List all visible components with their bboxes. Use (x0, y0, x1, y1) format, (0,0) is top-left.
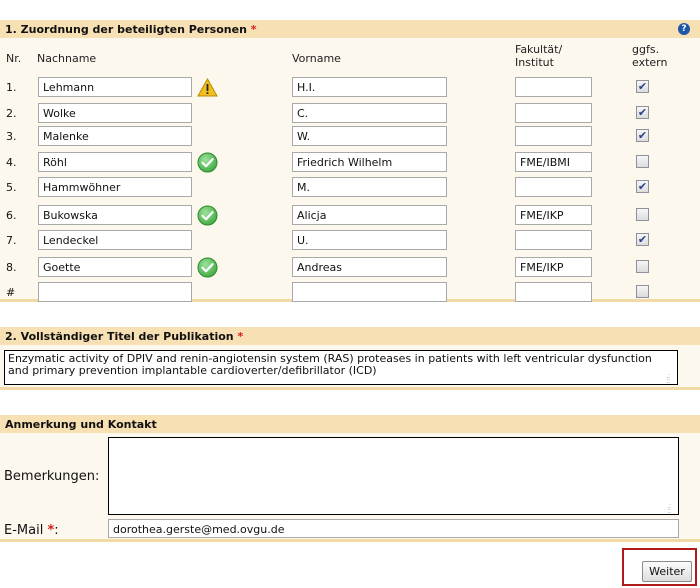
vorname-input[interactable]: Andreas (292, 257, 447, 277)
col-header-vorname: Vorname (292, 52, 341, 65)
vorname-input[interactable]: H.I. (292, 77, 447, 97)
row-number: 8. (6, 261, 17, 274)
nachname-input[interactable]: Goette (38, 257, 192, 277)
email-label-colon: : (54, 523, 59, 538)
fakultaet-input[interactable] (515, 103, 592, 123)
fakultaet-input[interactable]: FME/IKP (515, 205, 592, 225)
vorname-input[interactable]: Friedrich Wilhelm (292, 152, 447, 172)
section-persons-title: 1. Zuordnung der beteiligten Personen (5, 23, 247, 36)
extern-checkbox[interactable]: ✔ (636, 129, 649, 142)
check-circle-icon (197, 152, 218, 173)
required-mark: * (250, 23, 257, 36)
nachname-input[interactable]: Röhl (38, 152, 192, 172)
nachname-input[interactable]: Lehmann (38, 77, 192, 97)
extern-checkbox[interactable] (636, 285, 649, 298)
help-icon[interactable]: ? (678, 23, 690, 35)
email-label-text: E-Mail (4, 523, 44, 538)
row-number: 7. (6, 234, 17, 247)
section-publication-title-label: 2. Vollständiger Titel der Publikation (5, 330, 234, 343)
col-header-nr: Nr. (6, 52, 22, 65)
row-number: 3. (6, 130, 17, 143)
nachname-input[interactable]: Malenke (38, 126, 192, 146)
weiter-button-frame: Weiter (622, 548, 697, 586)
extern-checkbox[interactable] (636, 260, 649, 273)
nachname-input[interactable]: Wolke (38, 103, 192, 123)
section-contact-title: Anmerkung und Kontakt (5, 418, 157, 431)
col-header-fakultaet: Fakultät/ Institut (515, 43, 562, 69)
email-label: E-Mail *: (4, 523, 59, 538)
publication-title-textarea[interactable]: Enzymatic activity of DPIV and renin-ang… (4, 350, 678, 385)
col-header-extern-line2: extern (632, 56, 668, 69)
col-header-fakultaet-line1: Fakultät/ (515, 43, 563, 56)
col-header-fakultaet-line2: Institut (515, 56, 554, 69)
extern-checkbox[interactable]: ✔ (636, 80, 649, 93)
check-circle-icon (197, 205, 218, 226)
bemerkungen-textarea[interactable]: .::: (108, 437, 679, 515)
nachname-input[interactable]: Hammwöhner (38, 177, 192, 197)
nachname-input[interactable] (38, 282, 192, 302)
extern-checkbox[interactable]: ✔ (636, 233, 649, 246)
vorname-input[interactable]: M. (292, 177, 447, 197)
section-publication-title: 2. Vollständiger Titel der Publikation *… (0, 327, 700, 390)
row-number: 6. (6, 209, 17, 222)
extern-checkbox[interactable]: ✔ (636, 106, 649, 119)
fakultaet-input[interactable] (515, 177, 592, 197)
required-mark: * (237, 330, 244, 343)
nachname-input[interactable]: Bukowska (38, 205, 192, 225)
row-number: 2. (6, 107, 17, 120)
check-circle-icon (197, 257, 218, 278)
warning-icon (197, 77, 218, 97)
extern-checkbox[interactable] (636, 208, 649, 221)
row-number: 4. (6, 156, 17, 169)
vorname-input[interactable]: Alicja (292, 205, 447, 225)
fakultaet-input[interactable] (515, 282, 592, 302)
fakultaet-input[interactable] (515, 126, 592, 146)
nachname-input[interactable]: Lendeckel (38, 230, 192, 250)
section-publication-header: 2. Vollständiger Titel der Publikation * (0, 327, 700, 345)
fakultaet-input[interactable]: FME/IBMI (515, 152, 592, 172)
section-persons: 1. Zuordnung der beteiligten Personen * … (0, 20, 700, 302)
vorname-input[interactable]: C. (292, 103, 447, 123)
resize-grip-icon[interactable]: .::: (666, 372, 675, 385)
publication-title-text: Enzymatic activity of DPIV and renin-ang… (8, 352, 652, 377)
email-input[interactable]: dorothea.gerste@med.ovgu.de (108, 519, 679, 538)
weiter-button[interactable]: Weiter (642, 561, 692, 582)
bemerkungen-label: Bemerkungen: (4, 469, 100, 484)
extern-checkbox[interactable]: ✔ (636, 180, 649, 193)
section-contact-header: Anmerkung und Kontakt (0, 415, 700, 433)
extern-checkbox[interactable] (636, 155, 649, 168)
fakultaet-input[interactable] (515, 77, 592, 97)
fakultaet-input[interactable] (515, 230, 592, 250)
fakultaet-input[interactable]: FME/IKP (515, 257, 592, 277)
col-header-extern: ggfs. extern (632, 43, 667, 69)
vorname-input[interactable]: U. (292, 230, 447, 250)
resize-grip-icon[interactable]: .::: (667, 502, 676, 515)
col-header-extern-line1: ggfs. (632, 43, 660, 56)
col-header-nachname: Nachname (37, 52, 97, 65)
vorname-input[interactable]: W. (292, 126, 447, 146)
row-number: # (6, 286, 16, 299)
row-number: 5. (6, 181, 17, 194)
vorname-input[interactable] (292, 282, 447, 302)
section-contact: Anmerkung und Kontakt Bemerkungen: .::: … (0, 415, 700, 542)
row-number: 1. (6, 81, 17, 94)
section-persons-header: 1. Zuordnung der beteiligten Personen * … (0, 20, 700, 38)
